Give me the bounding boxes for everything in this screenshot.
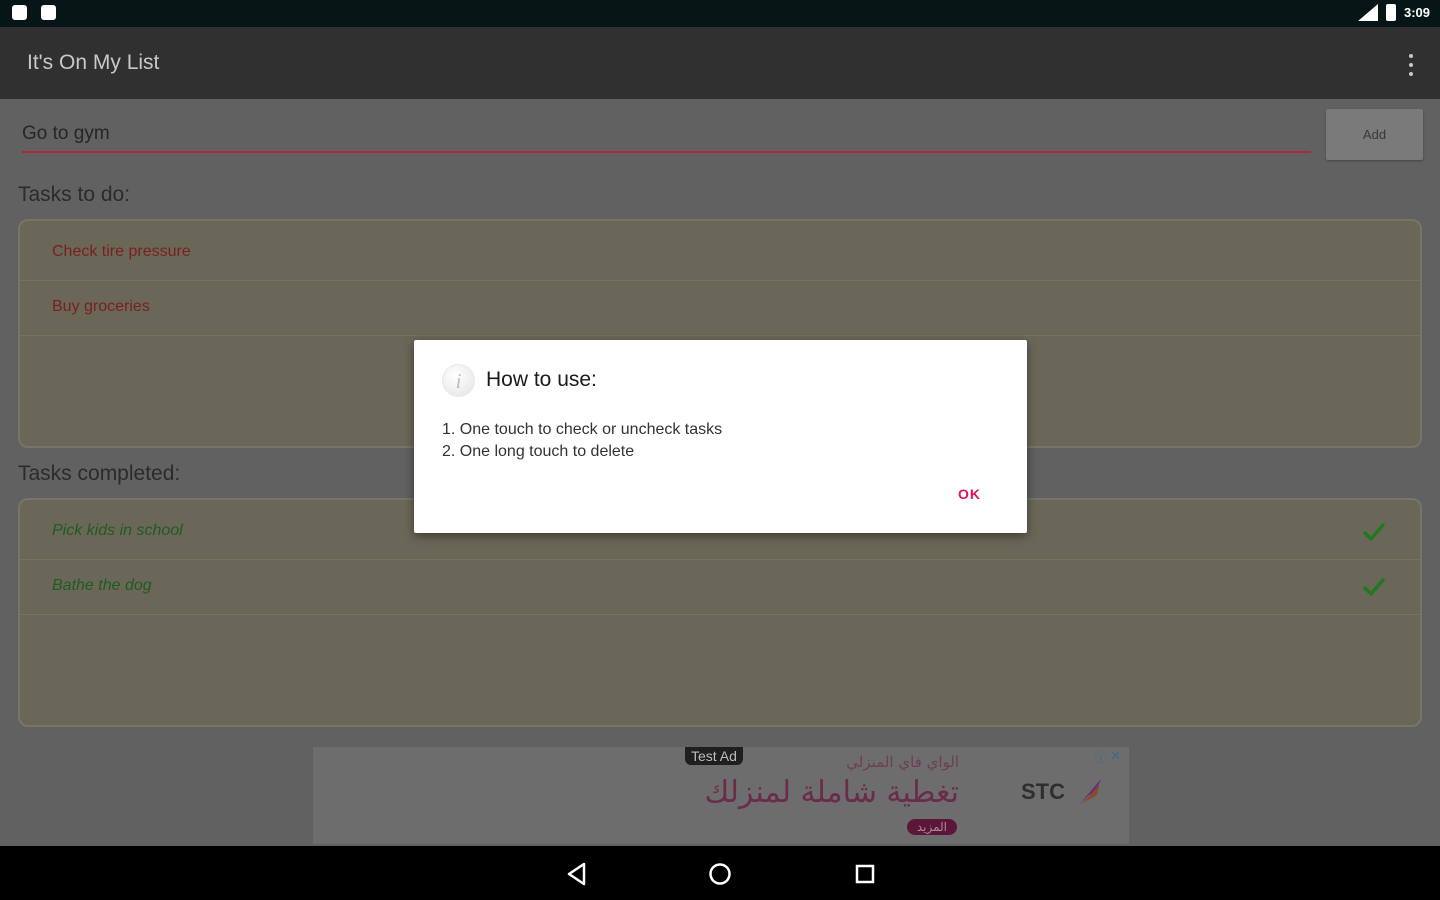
- task-text: Bathe the dog: [52, 577, 152, 594]
- info-icon: i: [442, 364, 475, 397]
- app-bar: It's On My List: [0, 27, 1440, 99]
- how-to-use-dialog: i How to use: 1. One touch to check or u…: [414, 340, 1027, 533]
- app-title: It's On My List: [27, 51, 160, 74]
- navigation-bar: [0, 846, 1440, 900]
- task-text: Pick kids in school: [52, 522, 183, 539]
- dialog-title: How to use:: [486, 368, 597, 391]
- task-input-wrapper: [22, 119, 1311, 153]
- dialog-message: 1. One touch to check or uncheck tasks 2…: [442, 419, 722, 463]
- list-item[interactable]: Bathe the dog: [20, 561, 1420, 615]
- add-button[interactable]: Add: [1326, 109, 1423, 160]
- task-text: Check tire pressure: [52, 243, 191, 260]
- ad-banner[interactable]: Test Ad ⓘ ✕ الواي فاي المنزلي تغطية شامل…: [313, 747, 1129, 844]
- status-time: 3:09: [1403, 5, 1430, 20]
- notification-icon: [12, 5, 27, 20]
- overflow-menu-icon[interactable]: [1408, 54, 1414, 76]
- ad-brand-logo: STC: [1021, 779, 1065, 804]
- ad-text: تغطية شاملة لمنزلك: [704, 775, 959, 810]
- list-item[interactable]: Check tire pressure: [20, 227, 1420, 281]
- back-icon[interactable]: [564, 861, 590, 887]
- ok-button[interactable]: OK: [958, 486, 981, 502]
- status-right: 3:09: [1357, 4, 1430, 21]
- status-bar: 3:09: [0, 0, 1440, 27]
- status-left-icons: [12, 5, 56, 20]
- dialog-line: 1. One touch to check or uncheck tasks: [442, 421, 723, 438]
- task-input[interactable]: [22, 119, 1311, 149]
- ad-info-icon[interactable]: ⓘ: [1095, 749, 1107, 766]
- signal-icon: [1357, 4, 1378, 21]
- checkmark-icon: [1363, 523, 1385, 541]
- recents-icon[interactable]: [852, 861, 878, 887]
- list-item[interactable]: Buy groceries: [20, 282, 1420, 336]
- checkmark-icon: [1363, 578, 1385, 596]
- ad-headline: الواي فاي المنزلي: [846, 753, 959, 771]
- stc-logo-icon: [1079, 779, 1101, 805]
- home-icon[interactable]: [707, 861, 733, 887]
- ad-close-icon[interactable]: ✕: [1110, 749, 1121, 764]
- notification-icon: [41, 5, 56, 20]
- battery-icon: [1385, 4, 1396, 21]
- ad-more-button[interactable]: المزيد: [906, 819, 957, 835]
- task-text: Buy groceries: [52, 298, 150, 315]
- dialog-line: 2. One long touch to delete: [442, 443, 635, 460]
- completed-section-label: Tasks completed:: [18, 462, 181, 485]
- test-ad-badge: Test Ad: [685, 747, 743, 765]
- todo-section-label: Tasks to do:: [18, 183, 131, 206]
